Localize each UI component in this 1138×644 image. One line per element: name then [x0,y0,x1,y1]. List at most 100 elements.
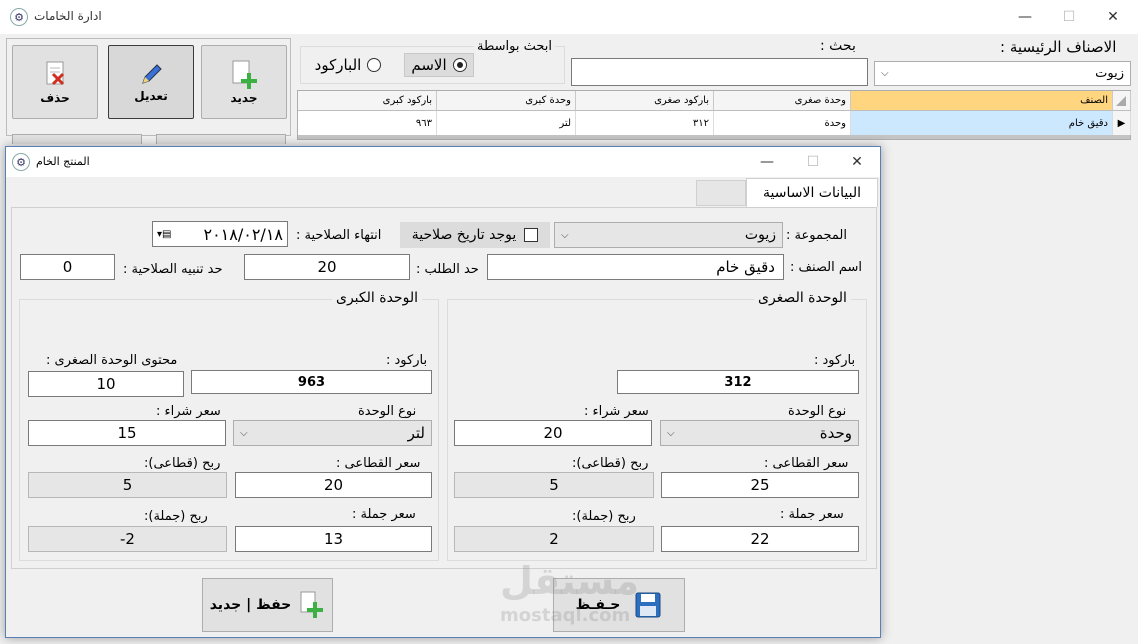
items-grid[interactable]: الصنف وحدة صغرى باركود صغرى وحدة كبرى با… [297,90,1131,140]
new-document-icon [300,591,324,618]
tab-basic-data[interactable]: البيانات الاساسية [746,178,878,207]
large-retail-profit-label: ربح (قطاعى): [144,456,221,471]
grid-corner-icon [1116,95,1126,106]
watermark-arabic: مستقل [500,559,639,603]
small-wholesale-input[interactable]: 22 [661,526,859,552]
large-barcode-input[interactable]: 963 [191,370,432,394]
group-label: المجموعة : [786,228,847,243]
large-barcode-label: باركود : [386,353,428,368]
category-select[interactable]: ⌵ زيوت [874,61,1131,86]
edit-button[interactable]: تعديل [108,45,194,119]
product-dialog: ⚙ المنتج الخام — ☐ ✕ البيانات الاساسية ا… [5,146,881,638]
radio-unselected-icon [367,58,382,72]
search-label: بحث : [820,38,856,54]
small-wholesale-profit-output: 2 [454,526,654,552]
large-unit-type-select[interactable]: ⌵ لتر [233,420,432,446]
dialog-title-bar: ⚙ المنتج الخام — ☐ ✕ [6,147,880,177]
new-button[interactable]: جديد [201,45,287,119]
small-unit-title: الوحدة الصغرى [754,290,851,306]
large-retail-input[interactable]: 20 [235,472,432,498]
chevron-down-icon: ⌵ [240,427,248,439]
chevron-down-icon: ⌵ [561,229,569,241]
dialog-title: المنتج الخام [36,155,90,168]
group-select[interactable]: ⌵ زيوت [554,222,783,248]
grid-header-small-barcode[interactable]: باركود صغرى [576,91,714,111]
large-content-label: محتوى الوحدة الصغرى : [46,353,178,368]
item-name-input[interactable]: دقيق خام [487,254,784,280]
grid-cell-small-barcode[interactable]: ٣١٢ [576,111,714,135]
expiry-end-label: انتهاء الصلاحية : [296,228,382,243]
expiry-date-value: ٢٠١٨/٠٢/١٨ [203,224,283,244]
save-new-button-label: حفظ | جديد [209,597,292,613]
search-by-label: ابحث بواسطة [474,39,555,54]
reorder-label: حد الطلب : [416,262,479,277]
grid-cell-small-unit[interactable]: وحدة [714,111,851,135]
watermark-latin: mostaql.com [500,605,631,626]
delete-button[interactable]: حذف [12,45,98,119]
small-unit-type-select[interactable]: ⌵ وحدة [660,420,859,446]
grid-cell-item[interactable]: دقيق خام [851,111,1113,135]
radio-search-by-name[interactable]: الاسم [404,53,474,77]
large-wholesale-profit-output: -2 [28,526,227,552]
large-purchase-input[interactable]: 15 [28,420,226,446]
row-selector-icon[interactable]: ▶ [1113,111,1131,135]
maximize-button[interactable]: ☐ [1046,0,1092,34]
radio-name-label: الاسم [411,56,447,74]
large-retail-label: سعر القطاعى : [336,456,421,471]
radio-barcode-label: الباركود [314,56,362,74]
grid-header-large-barcode[interactable]: باركود كبرى [298,91,437,111]
small-purchase-input[interactable]: 20 [454,420,652,446]
large-purchase-label: سعر شراء : [156,404,221,419]
toolbar-button-partial[interactable] [12,134,142,144]
large-unit-type-value: لتر [407,424,425,442]
grid-header-small-unit[interactable]: وحدة صغرى [714,91,851,111]
small-barcode-input[interactable]: 312 [617,370,859,394]
item-name-label: اسم الصنف : [790,260,863,275]
large-content-input[interactable]: 10 [28,371,184,397]
small-unit-type-label: نوع الوحدة [788,404,847,419]
category-label: الاصناف الرئيسية : [1000,38,1117,56]
search-input[interactable] [571,58,868,86]
small-retail-profit-label: ربح (قطاعى): [572,456,649,471]
expiry-date-picker[interactable]: ▾▤ ٢٠١٨/٠٢/١٨ [152,221,288,247]
toolbar-button-partial[interactable] [156,134,286,144]
dialog-icon: ⚙ [12,153,30,171]
dialog-close-button[interactable]: ✕ [834,145,880,179]
large-unit-type-label: نوع الوحدة [358,404,417,419]
expiry-alert-label: حد تنبيه الصلاحية : [123,262,223,277]
large-wholesale-input[interactable]: 13 [235,526,432,552]
minimize-button[interactable]: — [1002,0,1048,34]
radio-selected-icon [452,58,467,72]
grid-cell-large-barcode[interactable]: ٩٦٣ [298,111,437,135]
small-unit-type-value: وحدة [819,424,852,442]
app-icon: ⚙ [10,8,28,26]
grid-cell-large-unit[interactable]: لتر [437,111,576,135]
reorder-input[interactable]: 20 [244,254,410,280]
radio-search-by-barcode[interactable]: الباركود [308,53,388,77]
main-title-bar: ⚙ ادارة الخامات — ☐ ✕ [0,0,1138,34]
main-window-title: ادارة الخامات [34,9,102,23]
small-barcode-label: باركود : [814,353,856,368]
checkbox-icon [524,228,539,242]
delete-button-label: حذف [40,91,70,105]
category-value: زيوت [1095,66,1124,81]
expiry-alert-input[interactable]: 0 [20,254,115,280]
grid-header-large-unit[interactable]: وحدة كبرى [437,91,576,111]
large-unit-title: الوحدة الكبرى [332,290,422,306]
small-retail-label: سعر القطاعى : [764,456,849,471]
close-button[interactable]: ✕ [1090,0,1136,34]
has-expiry-checkbox[interactable]: يوجد تاريخ صلاحية [400,222,550,248]
grid-corner [1113,91,1131,111]
new-document-icon [232,60,257,89]
dialog-minimize-button[interactable]: — [744,145,790,179]
save-new-button[interactable]: حفظ | جديد [202,578,333,632]
large-wholesale-label: سعر جملة : [352,507,416,522]
pencil-icon [142,64,162,84]
dialog-maximize-button[interactable]: ☐ [790,145,836,179]
delete-icon [46,61,65,86]
grid-header-item[interactable]: الصنف [851,91,1113,111]
small-retail-input[interactable]: 25 [661,472,859,498]
tab-empty[interactable] [696,180,746,206]
small-wholesale-profit-label: ربح (جملة): [572,509,636,524]
calendar-dropdown-icon: ▾▤ [157,228,172,240]
